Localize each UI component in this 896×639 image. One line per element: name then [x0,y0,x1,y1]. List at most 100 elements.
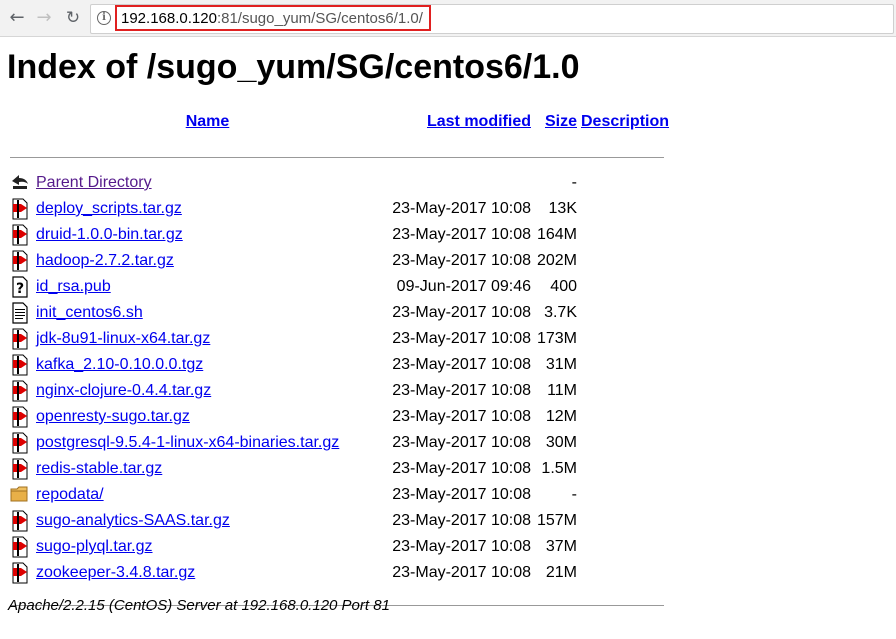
last-modified-cell: 23-May-2017 10:08 [392,538,531,555]
last-modified-cell: 23-May-2017 10:08 [392,304,531,321]
table-row: kafka_2.10-0.10.0.0.tgz 23-May-2017 10:08… [8,352,671,378]
table-row: sugo-analytics-SAAS.tar.gz 23-May-2017 10… [8,508,671,534]
last-modified-cell: 23-May-2017 10:08 [392,460,531,477]
file-link[interactable]: id_rsa.pub [36,278,111,295]
size-cell: 31M [545,356,577,373]
compressed-file-icon [10,562,30,584]
divider [10,156,664,158]
last-modified-cell: 23-May-2017 10:08 [392,226,531,243]
table-row: druid-1.0.0-bin.tar.gz 23-May-2017 10:08 1… [8,222,671,248]
size-cell: 400 [550,278,577,295]
file-link[interactable]: jdk-8u91-linux-x64.tar.gz [36,330,210,347]
compressed-file-icon [10,432,30,454]
file-link[interactable]: hadoop-2.7.2.tar.gz [36,252,174,269]
size-cell: 1.5M [541,460,577,477]
last-modified-cell: 23-May-2017 10:08 [392,200,531,217]
file-link[interactable]: sugo-analytics-SAAS.tar.gz [36,512,230,529]
compressed-file-icon [10,406,30,428]
description-cell [579,534,671,560]
table-row: init_centos6.sh 23-May-2017 10:08 3.7K [8,300,671,326]
compressed-file-icon [10,224,30,246]
compressed-file-icon [10,380,30,402]
directory-listing: Name Last modified Size Description Pare… [8,108,671,618]
file-link[interactable]: openresty-sugo.tar.gz [36,408,190,425]
parent-directory-link[interactable]: Parent Directory [36,174,152,191]
size-cell: 30M [545,434,577,451]
size-cell: 21M [545,564,577,581]
server-signature: Apache/2.2.15 (CentOS) Server at 192.168… [8,597,390,614]
description-cell [579,482,671,508]
table-row: openresty-sugo.tar.gz 23-May-2017 10:08 12… [8,404,671,430]
folder-icon [10,484,30,506]
file-link[interactable]: deploy_scripts.tar.gz [36,200,182,217]
table-row: zookeeper-3.4.8.tar.gz 23-May-2017 10:08 2… [8,560,671,586]
size-cell: - [571,174,577,191]
size-cell: 11M [547,382,577,399]
url-highlight-box [115,5,431,31]
size-cell: 202M [536,252,577,269]
table-row: jdk-8u91-linux-x64.tar.gz 23-May-2017 10:… [8,326,671,352]
table-row: hadoop-2.7.2.tar.gz 23-May-2017 10:08 202M [8,248,671,274]
file-link[interactable]: kafka_2.10-0.10.0.0.tgz [36,356,203,373]
browser-toolbar: ← → ↻ i 192.168.0.120:81/sugo_yum/SG/cen… [0,0,896,37]
compressed-file-icon [10,328,30,350]
size-cell: 164M [536,226,577,243]
unknown-file-icon: ? [10,276,30,298]
file-link[interactable]: druid-1.0.0-bin.tar.gz [36,226,183,243]
compressed-file-icon [10,198,30,220]
table-row: nginx-clojure-0.4.4.tar.gz 23-May-2017 10… [8,378,671,404]
file-link[interactable]: postgresql-9.5.4-1-linux-x64-binaries.ta… [36,434,339,451]
file-link[interactable]: nginx-clojure-0.4.4.tar.gz [36,382,211,399]
file-link[interactable]: repodata/ [36,486,104,503]
size-cell: 173M [536,330,577,347]
size-cell: 12M [545,408,577,425]
compressed-file-icon [10,354,30,376]
description-cell [579,404,671,430]
last-modified-cell: 23-May-2017 10:08 [392,512,531,529]
description-cell [579,248,671,274]
page-title: Index of /sugo_yum/SG/centos6/1.0 [7,48,580,86]
sort-by-description-link[interactable]: Description [581,113,669,130]
table-row: postgresql-9.5.4-1-linux-x64-binaries.ta… [8,430,671,456]
last-modified-cell: 23-May-2017 10:08 [392,356,531,373]
size-cell: 13K [548,200,577,217]
reload-icon[interactable]: ↻ [62,6,84,30]
file-link[interactable]: zookeeper-3.4.8.tar.gz [36,564,195,581]
description-cell [579,378,671,404]
divider-row [8,136,671,170]
info-icon[interactable]: i [97,11,111,25]
compressed-file-icon [10,250,30,272]
address-bar[interactable]: i 192.168.0.120:81/sugo_yum/SG/centos6/1… [90,4,894,34]
table-row: repodata/23-May-2017 10:08 - [8,482,671,508]
back-arrow-icon[interactable]: ← [6,6,28,30]
size-cell: 3.7K [544,304,577,321]
description-cell [579,222,671,248]
compressed-file-icon [10,536,30,558]
size-cell: 37M [545,538,577,555]
table-row: ? id_rsa.pub 09-Jun-2017 09:46 400 [8,274,671,300]
last-modified-cell: 23-May-2017 10:08 [392,408,531,425]
description-cell [579,170,671,196]
table-row: sugo-plyql.tar.gz 23-May-2017 10:08 37M [8,534,671,560]
file-link[interactable]: init_centos6.sh [36,304,143,321]
sort-by-size-link[interactable]: Size [545,113,577,130]
sort-by-name-link[interactable]: Name [186,113,230,130]
sort-by-last-modified-link[interactable]: Last modified [427,113,531,130]
description-cell [579,300,671,326]
last-modified-cell: 23-May-2017 10:08 [392,434,531,451]
last-modified-cell [381,170,533,196]
size-cell: - [571,486,577,503]
last-modified-cell: 23-May-2017 10:08 [392,486,531,503]
description-cell [579,430,671,456]
header-row: Name Last modified Size Description [8,108,671,136]
file-link[interactable]: redis-stable.tar.gz [36,460,162,477]
file-link[interactable]: sugo-plyql.tar.gz [36,538,153,555]
last-modified-cell: 23-May-2017 10:08 [392,564,531,581]
description-cell [579,274,671,300]
description-cell [579,196,671,222]
table-row: redis-stable.tar.gz 23-May-2017 10:08 1.5M [8,456,671,482]
forward-arrow-icon[interactable]: → [33,6,55,30]
table-row: deploy_scripts.tar.gz 23-May-2017 10:08 13… [8,196,671,222]
last-modified-cell: 23-May-2017 10:08 [392,382,531,399]
compressed-file-icon [10,510,30,532]
